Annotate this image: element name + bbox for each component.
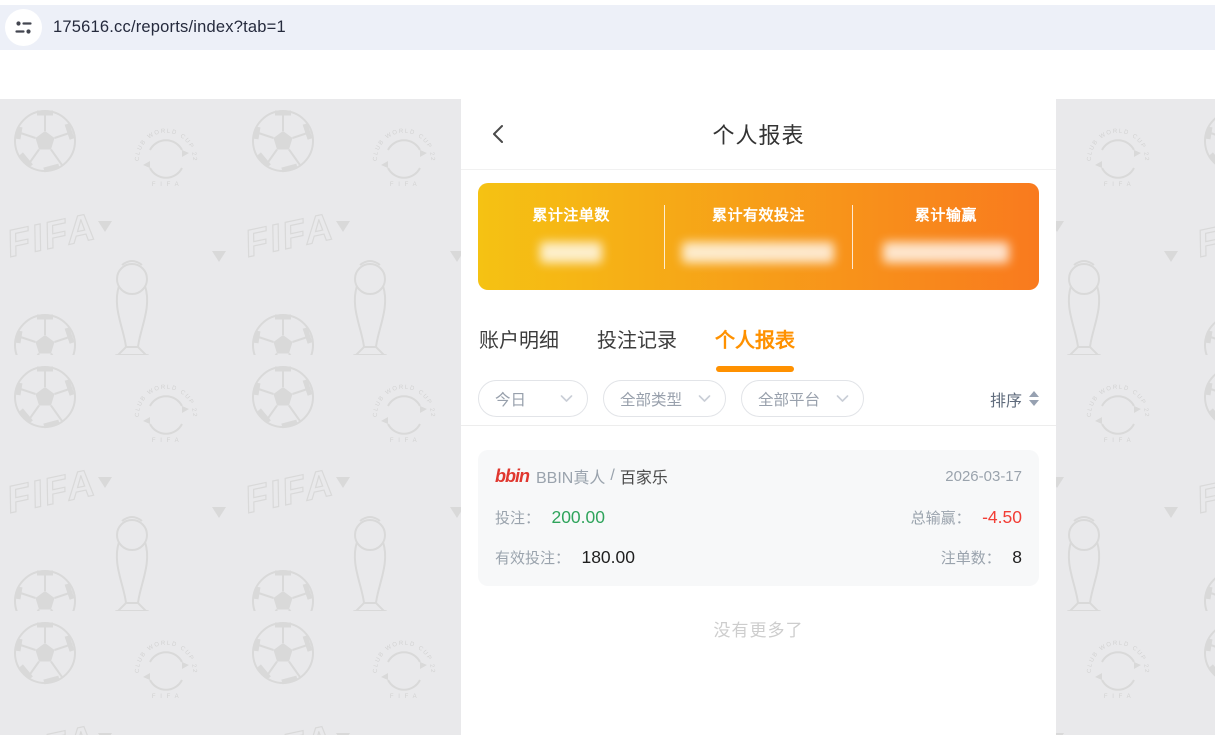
valid-bet-value: 180.00 bbox=[581, 547, 635, 567]
bet-count-label: 注单数： bbox=[940, 550, 1001, 567]
record-date: 2026-03-17 bbox=[945, 467, 1022, 485]
summary-item-bet-count: 累计注单数 bbox=[478, 204, 664, 270]
bet-count-group: 注单数： 8 bbox=[941, 547, 1022, 568]
summary-item-valid-bets: 累计有效投注 bbox=[665, 204, 851, 270]
bet-count-value: 8 bbox=[1012, 547, 1022, 567]
browser-url-bar[interactable]: 175616.cc/reports/index?tab=1 bbox=[0, 5, 1215, 50]
page-title: 个人报表 bbox=[712, 123, 805, 148]
dropdown-label: 全部平台 bbox=[758, 391, 821, 409]
tab-personal-report[interactable]: 个人报表 bbox=[715, 324, 795, 372]
page-background: CLUB WORLD CUP 22 F I F A FIFA 个人报表 bbox=[0, 99, 1215, 735]
active-tab-underline bbox=[716, 366, 794, 372]
masked-value bbox=[540, 241, 603, 263]
site-settings-button[interactable] bbox=[5, 9, 42, 46]
back-button[interactable] bbox=[487, 122, 511, 146]
winloss-value: -4.50 bbox=[982, 507, 1022, 527]
tab-account-details[interactable]: 账户明细 bbox=[479, 324, 559, 372]
winloss-label: 总输赢： bbox=[910, 510, 971, 527]
summary-item-winloss: 累计输赢 bbox=[853, 204, 1039, 270]
tune-controls-icon bbox=[15, 21, 32, 34]
record-title: bbin BBIN真人 / 百家乐 bbox=[495, 464, 668, 488]
summary-label: 累计有效投注 bbox=[711, 206, 805, 224]
sort-button[interactable]: 排序 bbox=[990, 387, 1039, 411]
game-name: 百家乐 bbox=[619, 470, 668, 487]
chevron-down-icon bbox=[836, 394, 849, 402]
record-list: bbin BBIN真人 / 百家乐 2026-03-17 投注： 200.00 … bbox=[461, 426, 1056, 735]
chevron-down-icon bbox=[560, 394, 573, 402]
bet-value: 200.00 bbox=[551, 507, 605, 527]
tab-bar: 账户明细 投注记录 个人报表 bbox=[461, 315, 1056, 372]
type-filter-dropdown[interactable]: 全部类型 bbox=[603, 380, 726, 417]
chevron-left-icon bbox=[493, 125, 503, 143]
filter-bar: 今日 全部类型 全部平台 排序 bbox=[461, 372, 1056, 426]
winloss-group: 总输赢： -4.50 bbox=[911, 507, 1022, 528]
url-text[interactable]: 175616.cc/reports/index?tab=1 bbox=[53, 18, 286, 37]
bet-amount-group: 投注： 200.00 bbox=[495, 507, 605, 528]
dropdown-label: 今日 bbox=[495, 391, 527, 409]
tab-label: 个人报表 bbox=[715, 330, 795, 352]
bet-label: 投注： bbox=[495, 510, 541, 527]
chevron-down-icon bbox=[698, 394, 711, 402]
page-header: 个人报表 bbox=[461, 99, 1056, 170]
tab-bet-records[interactable]: 投注记录 bbox=[597, 324, 677, 372]
date-filter-dropdown[interactable]: 今日 bbox=[478, 380, 588, 417]
valid-bet-group: 有效投注： 180.00 bbox=[495, 547, 635, 568]
masked-value bbox=[882, 241, 1009, 263]
sort-label: 排序 bbox=[989, 392, 1022, 410]
valid-bet-label: 有效投注： bbox=[495, 550, 571, 567]
record-card[interactable]: bbin BBIN真人 / 百家乐 2026-03-17 投注： 200.00 … bbox=[478, 450, 1039, 586]
bbin-logo: bbin bbox=[495, 465, 530, 486]
summary-card: 累计注单数 累计有效投注 累计输赢 bbox=[478, 183, 1039, 290]
no-more-text: 没有更多了 bbox=[713, 621, 804, 640]
sort-arrows-icon bbox=[1029, 391, 1039, 406]
report-page: 个人报表 累计注单数 累计有效投注 累计输赢 账户明细 投注记录 个人报表 今日… bbox=[461, 99, 1056, 735]
separator: / bbox=[610, 467, 615, 484]
masked-value bbox=[682, 241, 835, 263]
provider-name: BBIN真人 bbox=[536, 470, 606, 487]
summary-label: 累计注单数 bbox=[532, 206, 610, 224]
summary-label: 累计输赢 bbox=[914, 206, 977, 224]
dropdown-label: 全部类型 bbox=[620, 391, 683, 409]
platform-filter-dropdown[interactable]: 全部平台 bbox=[741, 380, 864, 417]
